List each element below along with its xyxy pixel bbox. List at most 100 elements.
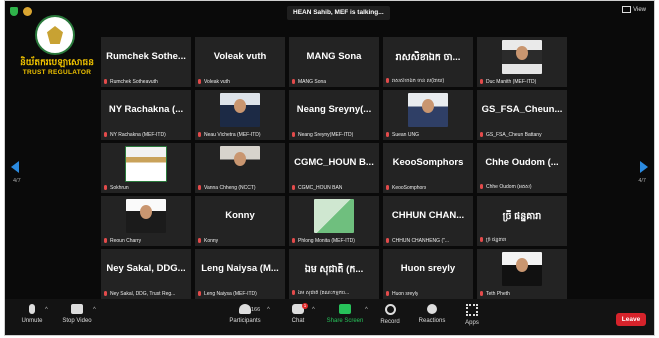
participant-label-text: KeooSomphors [392, 185, 427, 191]
participant-tile[interactable]: ច្រី ផន្នគារា ច្រី ផន្នគារា [477, 196, 567, 246]
participant-tile[interactable]: Neang Sreyny(... Neang Sreyny(MEF-ITD) [289, 90, 379, 140]
participant-name-label: ច្រី ផន្នគារា [480, 237, 506, 244]
participant-name-label: Teth Pheth [480, 291, 510, 297]
participant-name-label: Leng Naiysa (MEF-ITD) [198, 291, 257, 297]
audio-options-chevron-icon[interactable]: ^ [45, 307, 48, 313]
participant-tile[interactable]: CGMC_HOUN B... CGMC_HOUN BAN [289, 143, 379, 193]
participant-label-text: NY Rachakna (MEF-ITD) [110, 132, 166, 138]
reactions-label: Reactions [418, 318, 446, 324]
organization-logo: និយ័តករបេឡាសោធន TRUST REGULATOR [11, 15, 103, 81]
unmute-button[interactable]: Unmute [15, 304, 49, 324]
participant-face-icon [516, 46, 528, 60]
participant-tile[interactable]: រាសសិខាឯក ចា... រាសសិខាឯក ចាន់ ល(ងាយ) [383, 37, 473, 87]
participant-tile[interactable]: Sokhrun [101, 143, 191, 193]
participant-video-feed [125, 146, 167, 182]
participants-chevron-icon[interactable]: ^ [267, 307, 270, 313]
participant-tile[interactable]: Vanna Chheng (NCCT) [195, 143, 285, 193]
participant-tile[interactable]: Huon sreyly Huon sreyly [383, 249, 473, 299]
video-options-chevron-icon[interactable]: ^ [93, 307, 96, 313]
participant-tile[interactable]: Rumchek Sothe... Rumchek Sotheavuth [101, 37, 191, 87]
muted-mic-icon [198, 291, 201, 297]
muted-mic-icon [292, 238, 295, 244]
participant-name-label: Suean UNG [386, 132, 419, 138]
previous-page-arrow-icon[interactable] [11, 161, 19, 173]
participant-name-label: Vanna Chheng (NCCT) [198, 185, 256, 191]
participant-tile[interactable]: Reoun Charry [101, 196, 191, 246]
record-button[interactable]: Record [375, 304, 405, 325]
participant-tile[interactable]: Voleak vuth Voleak vuth [195, 37, 285, 87]
apps-button[interactable]: Apps [460, 304, 484, 326]
participant-tile[interactable]: KeooSomphors KeooSomphors [383, 143, 473, 193]
participant-label-text: Teth Pheth [486, 291, 510, 297]
participant-display-name: CHHUN CHAN... [391, 210, 465, 221]
muted-mic-icon [480, 237, 483, 243]
participant-tile[interactable]: Suean UNG [383, 90, 473, 140]
reactions-button[interactable]: Reactions [415, 304, 449, 324]
muted-mic-icon [292, 185, 295, 191]
participant-label-text: Huon sreyly [392, 291, 419, 297]
participant-tile[interactable]: Phlong Monita (MEF-ITD) [289, 196, 379, 246]
participant-face-icon [516, 258, 528, 272]
participant-name-label: ឯម សុជាតិ (គណៈកម្មការ... [292, 290, 349, 297]
apps-label: Apps [465, 320, 479, 326]
participant-display-name: Ney Sakal, DDG... [106, 263, 186, 274]
participant-tile[interactable]: Neau Vichetra (MEF-ITD) [195, 90, 285, 140]
participant-label-text: Suean UNG [392, 132, 419, 138]
participant-label-text: Rumchek Sotheavuth [110, 79, 158, 85]
video-camera-icon [71, 304, 83, 314]
participant-tile[interactable]: Ney Sakal, DDG... Ney Sakal, DDG, Trust R… [101, 249, 191, 299]
participant-display-name: ឯម សុជាតិ (ក... [304, 264, 364, 275]
participant-label-text: Konny [204, 238, 219, 244]
participant-tile[interactable]: Leng Naiysa (M... Leng Naiysa (MEF-ITD) [195, 249, 285, 299]
participant-name-label: រាសសិខាឯក ចាន់ ល(ងាយ) [386, 78, 444, 85]
participant-face-icon [234, 152, 246, 166]
participant-name-label: Chhe Oudom (អគស) [480, 184, 532, 191]
unmute-label: Unmute [21, 318, 43, 324]
participants-count: 166 [251, 307, 261, 313]
participant-label-text: ច្រី ផន្នគារា [486, 237, 507, 243]
participant-label-text: MANG Sona [298, 79, 327, 85]
share-screen-button[interactable]: Share Screen [325, 304, 365, 324]
muted-mic-icon [480, 132, 483, 138]
muted-mic-icon [480, 184, 483, 190]
participant-video-feed [502, 252, 542, 286]
participant-label-text: Reoun Charry [110, 238, 142, 244]
participants-button[interactable]: Participants [223, 304, 267, 324]
participant-tile[interactable]: NY Rachakna (... NY Rachakna (MEF-ITD) [101, 90, 191, 140]
participant-tile[interactable]: Teth Pheth [477, 249, 567, 299]
chat-unread-badge: 1 [302, 303, 308, 309]
participant-label-text: Sokhrun [110, 185, 129, 191]
muted-mic-icon [386, 238, 389, 244]
muted-mic-icon [386, 132, 389, 138]
chat-chevron-icon[interactable]: ^ [312, 307, 315, 313]
participant-tile[interactable]: CHHUN CHAN... CHHUN CHANHENG ("... [383, 196, 473, 246]
next-page-arrow-icon[interactable] [640, 161, 648, 173]
share-screen-icon [339, 304, 351, 314]
participant-tile[interactable]: Konny Konny [195, 196, 285, 246]
reactions-smiley-icon [427, 304, 437, 314]
view-button[interactable]: View [622, 6, 646, 13]
logo-seal-icon [35, 15, 75, 55]
share-chevron-icon[interactable]: ^ [365, 307, 368, 313]
muted-mic-icon [198, 132, 201, 138]
leave-button[interactable]: Leave [616, 313, 646, 326]
logo-english-text: TRUST REGULATOR [22, 69, 92, 76]
participant-video-feed [220, 93, 260, 127]
participant-tile[interactable]: GS_FSA_Cheun... GS_FSA_Cheun Battany [477, 90, 567, 140]
participant-tile[interactable]: Chhe Oudom (... Chhe Oudom (អគស) [477, 143, 567, 193]
participant-display-name: Chhe Oudom (... [485, 157, 559, 168]
participant-display-name: Konny [225, 210, 255, 221]
participant-tile[interactable]: ឯម សុជាតិ (ក... ឯម សុជាតិ (គណៈកម្មការ... [289, 249, 379, 299]
participant-display-name: Huon sreyly [400, 263, 456, 274]
participant-face-icon [422, 99, 434, 113]
muted-mic-icon [292, 79, 295, 85]
participant-tile[interactable]: MANG Sona MANG Sona [289, 37, 379, 87]
muted-microphone-icon [29, 304, 35, 314]
participant-name-label: CGMC_HOUN BAN [292, 185, 342, 191]
active-speaker-banner: HEAN Sahib, MEF is talking... [287, 6, 390, 20]
participant-tile[interactable]: Duc Manith (MEF-ITD) [477, 37, 567, 87]
muted-mic-icon [104, 291, 107, 297]
participant-label-text: Ney Sakal, DDG, Trust Reg... [110, 291, 176, 297]
participant-video-feed [126, 199, 166, 233]
muted-mic-icon [386, 185, 389, 191]
